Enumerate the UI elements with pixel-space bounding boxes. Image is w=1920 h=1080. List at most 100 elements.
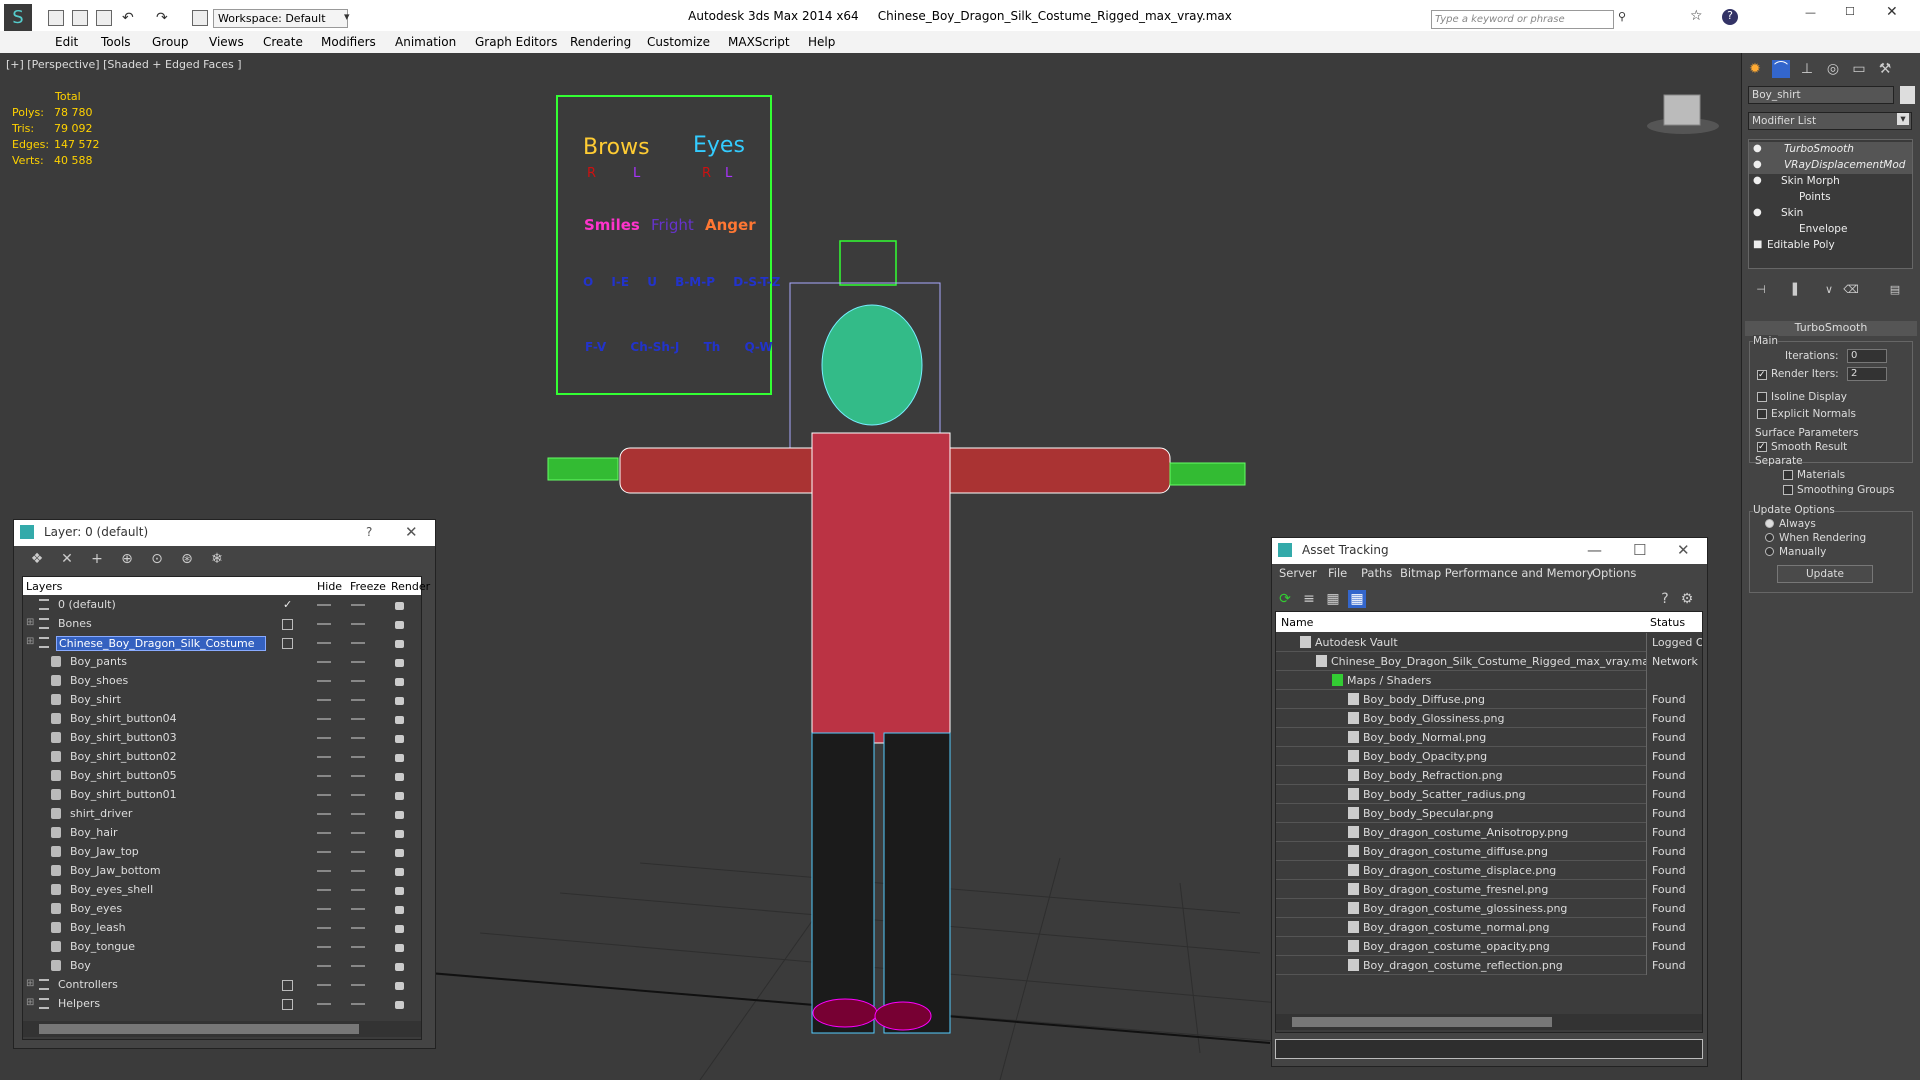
minimize-icon[interactable]: —: [1587, 541, 1602, 559]
hide-toggle[interactable]: [317, 623, 331, 625]
render-teapot-icon[interactable]: [395, 1001, 404, 1009]
asset-row[interactable]: Boy_dragon_costume_normal.png Found: [1276, 918, 1702, 937]
hide-toggle[interactable]: [317, 889, 331, 891]
set-current-checkbox[interactable]: [282, 980, 293, 991]
hide-toggle[interactable]: [317, 737, 331, 739]
render-teapot-icon[interactable]: [395, 678, 404, 686]
hide-toggle[interactable]: [317, 794, 331, 796]
asset-row[interactable]: Chinese_Boy_Dragon_Silk_Costume_Rigged_m…: [1276, 652, 1702, 671]
asset-menu-paths[interactable]: Paths: [1361, 566, 1392, 580]
asset-path-field[interactable]: [1275, 1039, 1703, 1059]
column-layers[interactable]: Layers: [26, 580, 62, 593]
column-name[interactable]: Name: [1281, 616, 1313, 629]
asset-row[interactable]: Boy_dragon_costume_Anisotropy.png Found: [1276, 823, 1702, 842]
sub-object-level[interactable]: Points: [1749, 190, 1912, 206]
modifier-on-off-icon[interactable]: ●: [1753, 207, 1762, 218]
make-unique-icon[interactable]: ∨: [1820, 281, 1838, 299]
layer-name[interactable]: shirt_driver: [68, 807, 134, 820]
expand-icon[interactable]: ⊞: [26, 978, 34, 989]
object-row[interactable]: Boy_shoes: [23, 672, 421, 691]
asset-horizontal-scrollbar[interactable]: [1276, 1014, 1702, 1030]
asset-menu-file[interactable]: File: [1328, 566, 1347, 580]
object-name-field[interactable]: Boy_shirt: [1748, 86, 1894, 104]
freeze-toggle[interactable]: [351, 699, 365, 701]
freeze-toggle[interactable]: [351, 756, 365, 758]
show-end-result-icon[interactable]: ▌: [1788, 281, 1806, 299]
layer-name[interactable]: Boy: [68, 959, 93, 972]
object-row[interactable]: Boy_tongue: [23, 938, 421, 957]
create-tab-icon[interactable]: ✹: [1746, 60, 1764, 78]
render-teapot-icon[interactable]: [395, 621, 404, 629]
layer-name[interactable]: 0 (default): [56, 598, 118, 611]
hide-all-icon[interactable]: ⊛: [178, 550, 196, 568]
binoculars-icon[interactable]: ⚲: [1618, 10, 1626, 23]
expand-icon[interactable]: ⊞: [26, 636, 34, 647]
freeze-toggle[interactable]: [351, 965, 365, 967]
object-row[interactable]: Boy_shirt_button02: [23, 748, 421, 767]
menu-views[interactable]: Views: [209, 35, 244, 49]
hide-toggle[interactable]: [317, 680, 331, 682]
hide-toggle[interactable]: [317, 604, 331, 606]
freeze-toggle[interactable]: [351, 680, 365, 682]
select-objects-icon[interactable]: ⊕: [118, 550, 136, 568]
freeze-toggle[interactable]: [351, 851, 365, 853]
always-radio[interactable]: [1765, 519, 1774, 528]
hide-toggle[interactable]: [317, 965, 331, 967]
render-teapot-icon[interactable]: [395, 754, 404, 762]
render-teapot-icon[interactable]: [395, 716, 404, 724]
freeze-toggle[interactable]: [351, 889, 365, 891]
object-row[interactable]: Boy_pants: [23, 653, 421, 672]
isoline-display-checkbox[interactable]: [1757, 392, 1767, 402]
layer-row[interactable]: ⊞ Chinese_Boy_Dragon_Silk_Costume: [23, 634, 421, 653]
render-iters-spinner[interactable]: 2: [1847, 367, 1887, 381]
asset-row[interactable]: Boy_dragon_costume_glossiness.png Found: [1276, 899, 1702, 918]
render-teapot-icon[interactable]: [395, 697, 404, 705]
menu-graph-editors[interactable]: Graph Editors: [475, 35, 557, 49]
close-icon[interactable]: ✕: [1677, 541, 1690, 559]
modifier-on-off-icon[interactable]: ●: [1753, 175, 1762, 186]
freeze-toggle[interactable]: [351, 832, 365, 834]
menu-group[interactable]: Group: [152, 35, 189, 49]
star-icon[interactable]: ☆: [1690, 8, 1703, 24]
object-row[interactable]: Boy_leash: [23, 919, 421, 938]
expand-icon[interactable]: ⊞: [26, 617, 34, 628]
layer-row[interactable]: ⊞ Bones: [23, 615, 421, 634]
layer-name[interactable]: Boy_Jaw_bottom: [68, 864, 163, 877]
object-row[interactable]: Boy_shirt_button05: [23, 767, 421, 786]
set-current-checkbox[interactable]: [282, 638, 293, 649]
object-row[interactable]: Boy_hair: [23, 824, 421, 843]
display-tab-icon[interactable]: ▭: [1850, 60, 1868, 78]
freeze-toggle[interactable]: [351, 813, 365, 815]
layer-name[interactable]: Helpers: [56, 997, 102, 1010]
hierarchy-tab-icon[interactable]: ⊥: [1798, 60, 1816, 78]
hide-toggle[interactable]: [317, 813, 331, 815]
column-freeze[interactable]: Freeze: [350, 580, 386, 593]
layer-name[interactable]: Boy_Jaw_top: [68, 845, 141, 858]
menu-edit[interactable]: Edit: [55, 35, 78, 49]
freeze-toggle[interactable]: [351, 604, 365, 606]
freeze-toggle[interactable]: [351, 870, 365, 872]
hide-toggle[interactable]: [317, 756, 331, 758]
column-status[interactable]: Status: [1650, 616, 1685, 629]
add-to-layer-icon[interactable]: +: [88, 550, 106, 568]
configure-sets-icon[interactable]: ▤: [1886, 281, 1904, 299]
modifier-list-dropdown[interactable]: Modifier List ▾: [1748, 112, 1912, 130]
object-row[interactable]: Boy_shirt_button03: [23, 729, 421, 748]
asset-row[interactable]: Boy_dragon_costume_opacity.png Found: [1276, 937, 1702, 956]
highlight-layer-icon[interactable]: ⊙: [148, 550, 166, 568]
viewcube-icon[interactable]: [1647, 94, 1719, 134]
manually-radio[interactable]: [1765, 547, 1774, 556]
menu-tools[interactable]: Tools: [101, 35, 131, 49]
help-icon[interactable]: ?: [1656, 590, 1674, 608]
menu-customize[interactable]: Customize: [647, 35, 710, 49]
freeze-toggle[interactable]: [351, 623, 365, 625]
grid-view-icon[interactable]: ▦: [1348, 590, 1366, 608]
close-icon[interactable]: ✕: [405, 523, 418, 541]
render-teapot-icon[interactable]: [395, 963, 404, 971]
update-button[interactable]: Update: [1777, 565, 1873, 583]
render-teapot-icon[interactable]: [395, 887, 404, 895]
modifier-on-off-icon[interactable]: ●: [1753, 143, 1762, 154]
render-teapot-icon[interactable]: [395, 811, 404, 819]
modify-tab-icon[interactable]: ⌒: [1772, 60, 1790, 78]
freeze-toggle[interactable]: [351, 984, 365, 986]
